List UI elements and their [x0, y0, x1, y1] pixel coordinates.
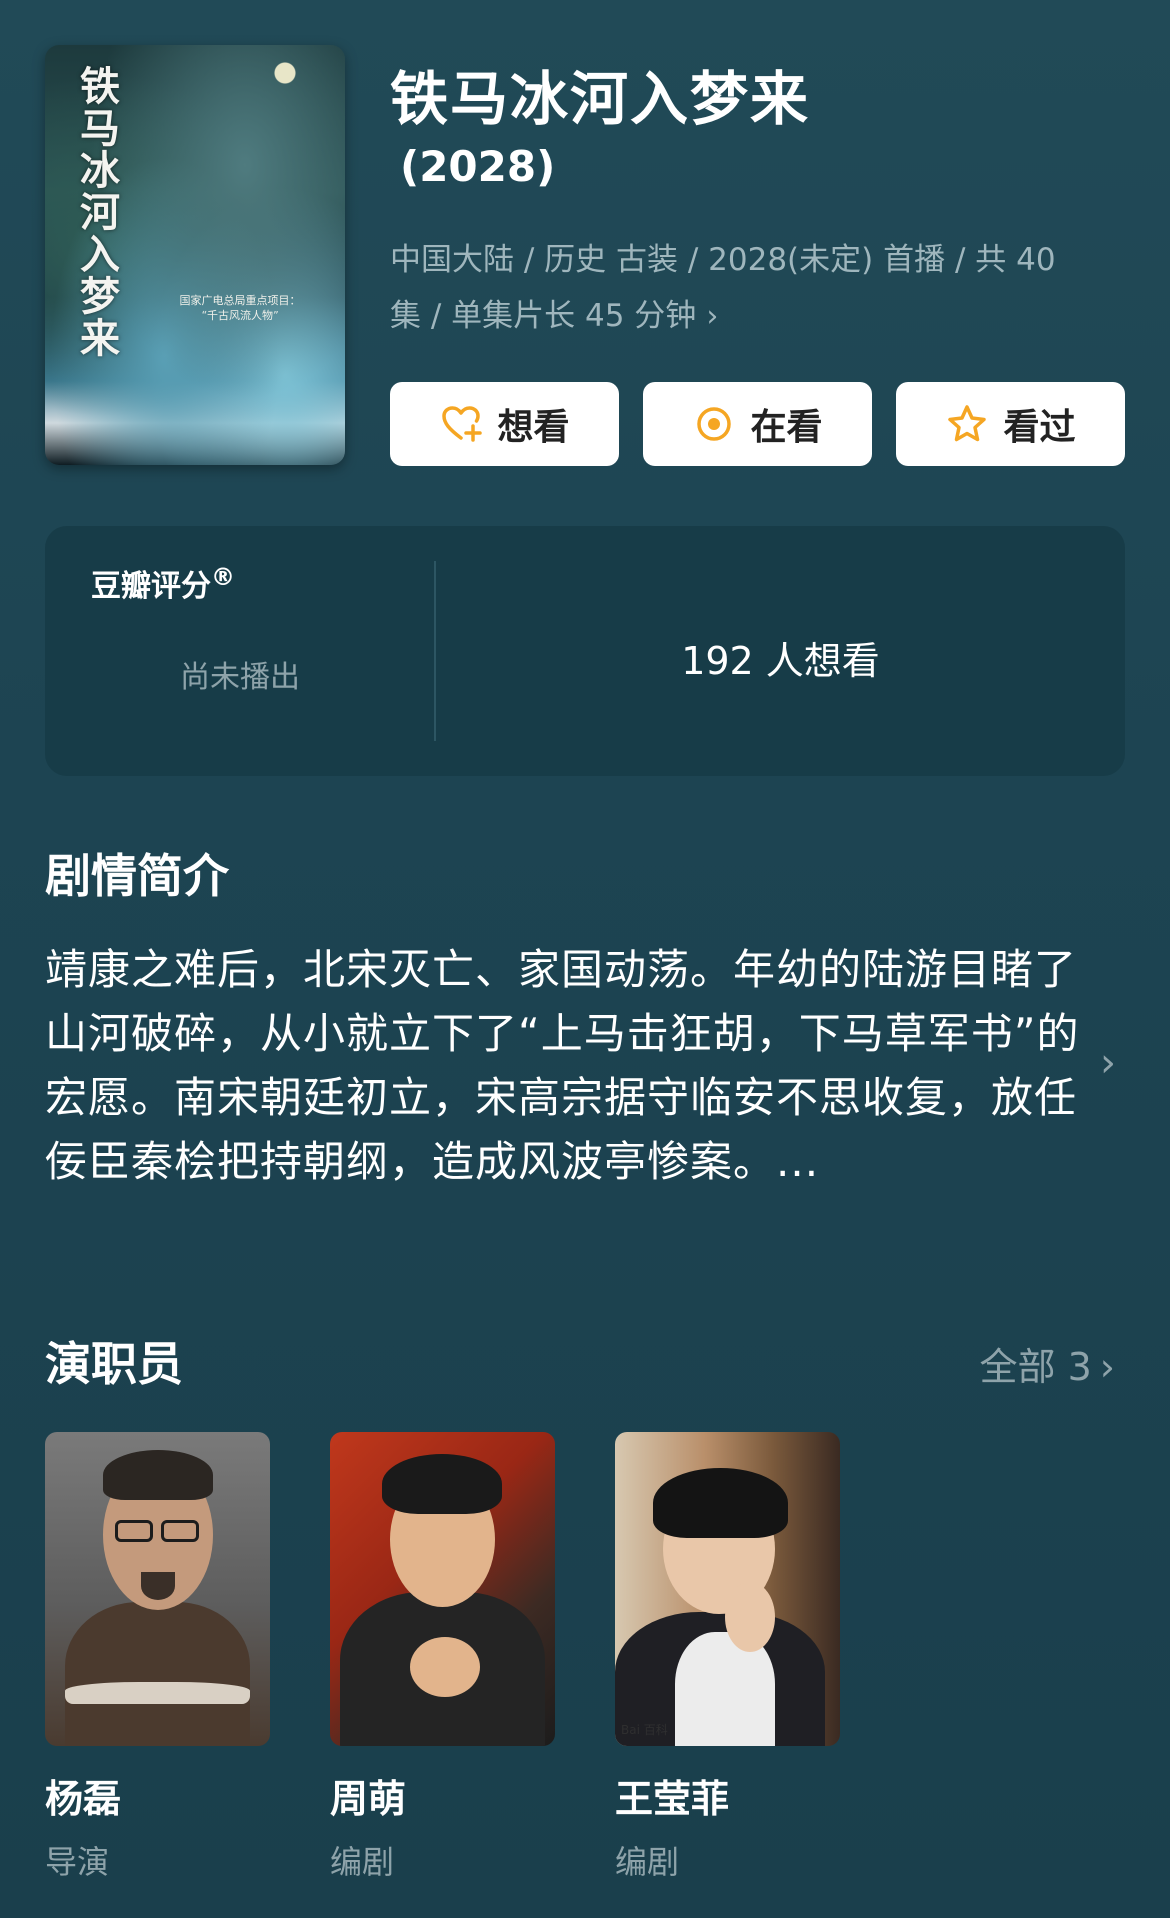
poster-title-text: 铁马冰河入梦来: [73, 65, 120, 359]
synopsis-heading: 剧情简介: [45, 849, 229, 903]
cast-name: 杨磊: [45, 1777, 122, 1821]
star-icon: [945, 402, 989, 446]
want-to-watch-button[interactable]: 想看: [390, 382, 619, 466]
target-icon: [692, 402, 736, 446]
chevron-right-icon: ›: [706, 299, 719, 334]
movie-detail-page: 铁马冰河入梦来 国家广电总局重点项目： “千古风流人物” 铁马冰河入梦来 (20…: [0, 0, 1170, 1918]
cast-photo: [330, 1432, 555, 1746]
chevron-right-icon: ›: [1099, 1345, 1115, 1389]
cast-role: 编剧: [330, 1843, 395, 1881]
cast-all-label: 全部 3: [979, 1345, 1092, 1389]
meta-info-text: 中国大陆 / 历史 古装 / 2028(未定) 首播 / 共 40 集 / 单集…: [390, 242, 1056, 334]
cast-name: 王莹菲: [615, 1777, 730, 1821]
want-to-watch-label: 想看: [497, 407, 570, 448]
chevron-right-icon[interactable]: ›: [1100, 1040, 1116, 1086]
poster-image[interactable]: 铁马冰河入梦来 国家广电总局重点项目： “千古风流人物”: [45, 45, 345, 465]
watching-label: 在看: [750, 407, 823, 448]
rating-status: 尚未播出: [180, 660, 300, 695]
cast-name: 周萌: [330, 1777, 407, 1821]
watched-button[interactable]: 看过: [896, 382, 1125, 466]
cast-member-card[interactable]: 杨磊 导演: [45, 1432, 270, 1883]
cast-role: 导演: [45, 1843, 110, 1881]
page-title: 铁马冰河入梦来: [390, 65, 811, 133]
cast-photo: [45, 1432, 270, 1746]
poster-caption-line1: 国家广电总局重点项目：: [179, 294, 301, 307]
rating-card[interactable]: 豆瓣评分® 尚未播出 192 人想看: [45, 526, 1125, 776]
cast-member-card[interactable]: 周萌 编剧: [330, 1432, 555, 1883]
watermark: Bai 百科: [621, 1723, 668, 1737]
want-count: 192 人想看: [681, 639, 880, 683]
synopsis-text[interactable]: 靖康之难后，北宋灭亡、家国动荡。年幼的陆游目睹了山河破碎，从小就立下了“上马击狂…: [45, 938, 1085, 1194]
meta-info[interactable]: 中国大陆 / 历史 古装 / 2028(未定) 首播 / 共 40 集 / 单集…: [390, 232, 1090, 345]
cast-role: 编剧: [615, 1843, 680, 1881]
cast-heading: 演职员: [45, 1337, 183, 1391]
poster-caption: 国家广电总局重点项目： “千古风流人物”: [140, 293, 340, 323]
watching-button[interactable]: 在看: [643, 382, 872, 466]
release-year: (2028): [400, 142, 556, 191]
cast-view-all-link[interactable]: 全部 3 ›: [980, 1336, 1115, 1391]
cast-member-card[interactable]: Bai 百科 王莹菲 编剧: [615, 1432, 840, 1883]
douban-rating-label: 豆瓣评分®: [91, 561, 235, 605]
watched-label: 看过: [1003, 407, 1076, 448]
rating-label-text: 豆瓣评分: [91, 569, 211, 604]
poster-caption-line2: “千古风流人物”: [201, 309, 279, 322]
heart-plus-icon: [439, 402, 483, 446]
cast-photo: Bai 百科: [615, 1432, 840, 1746]
registered-mark: ®: [211, 563, 235, 591]
